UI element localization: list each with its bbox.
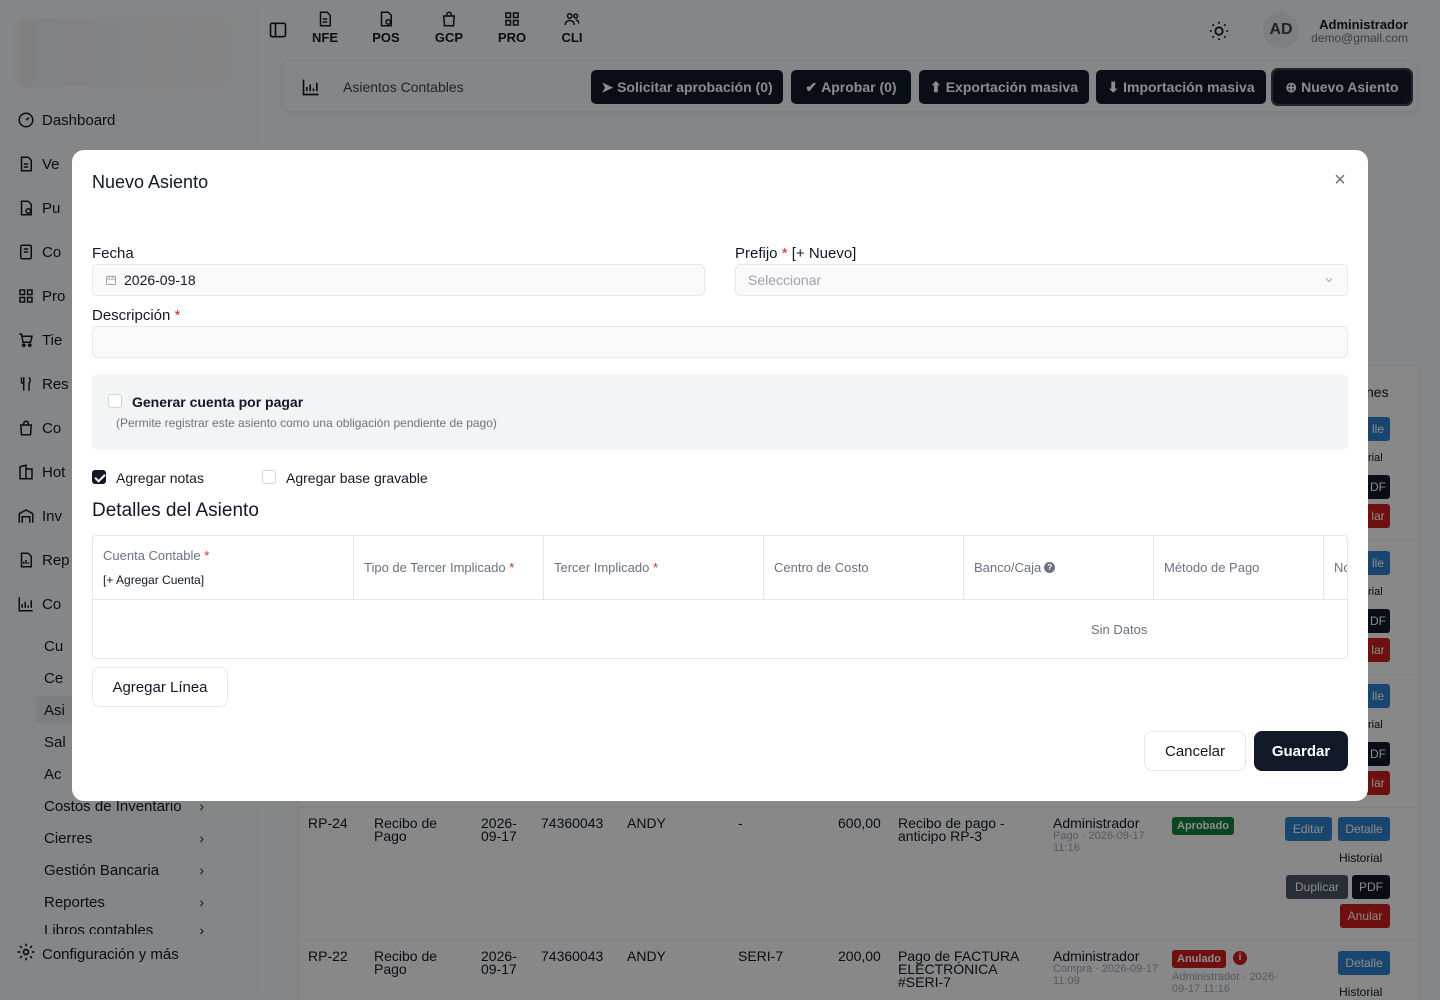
prefix-select[interactable]: Seleccionar xyxy=(735,264,1348,296)
column-header-text: No xyxy=(1334,560,1347,575)
column-third-type: Tipo de Tercer Implicado * xyxy=(354,536,544,599)
required-mark: * xyxy=(204,548,210,563)
description-label-text: Descripción xyxy=(92,307,171,324)
new-entry-modal: Nuevo Asiento × Fecha 2026-09-18 Prefijo… xyxy=(72,150,1368,801)
column-bank: Banco/Caja ? xyxy=(964,536,1154,599)
prefix-label: Prefijo * [+ Nuevo] xyxy=(735,245,856,262)
column-header-text: Centro de Costo xyxy=(774,560,869,575)
new-prefix-link[interactable]: [+ Nuevo] xyxy=(792,245,857,262)
add-tax-base-checkbox[interactable] xyxy=(262,470,276,484)
add-tax-base-label: Agregar base gravable xyxy=(286,470,428,486)
payable-hint: (Permite registrar este asiento como una… xyxy=(116,416,497,430)
required-mark: * xyxy=(781,245,788,262)
required-mark: * xyxy=(653,560,659,575)
column-payment-method: Método de Pago xyxy=(1154,536,1324,599)
column-header-text: Método de Pago xyxy=(1164,560,1260,575)
column-header-text: Tercer Implicado xyxy=(554,560,650,575)
modal-title: Nuevo Asiento xyxy=(92,172,209,192)
save-button[interactable]: Guardar xyxy=(1254,731,1348,771)
column-header: Cuenta Contable * xyxy=(103,548,209,563)
date-input[interactable]: 2026-09-18 xyxy=(92,264,705,296)
add-notes-checkbox[interactable] xyxy=(92,470,106,484)
description-label: Descripción * xyxy=(92,307,180,324)
column-header-text: Tipo de Tercer Implicado xyxy=(364,560,506,575)
payable-label: Generar cuenta por pagar xyxy=(132,394,304,410)
date-value: 2026-09-18 xyxy=(124,272,196,288)
date-label: Fecha xyxy=(92,245,134,262)
help-icon[interactable]: ? xyxy=(1044,562,1056,573)
required-mark: * xyxy=(509,560,515,575)
close-icon[interactable]: × xyxy=(1332,170,1348,190)
prefix-label-text: Prefijo xyxy=(735,245,778,262)
add-notes-label: Agregar notas xyxy=(116,470,204,486)
column-account: Cuenta Contable * [+ Agregar Cuenta] xyxy=(93,536,354,599)
payable-section: Generar cuenta por pagar (Permite regist… xyxy=(92,374,1348,450)
add-account-link[interactable]: [+ Agregar Cuenta] xyxy=(103,573,204,587)
prefix-placeholder: Seleccionar xyxy=(748,272,822,288)
description-input[interactable] xyxy=(92,326,1348,358)
calendar-icon xyxy=(106,275,116,285)
add-line-button[interactable]: Agregar Línea xyxy=(92,667,228,707)
header-divider xyxy=(93,599,1347,600)
column-cost-center: Centro de Costo xyxy=(764,536,964,599)
payable-checkbox[interactable] xyxy=(108,394,122,408)
column-third: Tercer Implicado * xyxy=(544,536,764,599)
details-title: Detalles del Asiento xyxy=(92,500,259,521)
empty-state: Sin Datos xyxy=(1091,622,1148,637)
chevron-down-icon xyxy=(1325,278,1333,283)
required-mark: * xyxy=(174,307,181,324)
entry-details-table: Cuenta Contable * [+ Agregar Cuenta] Tip… xyxy=(92,535,1348,659)
column-header-text: Cuenta Contable xyxy=(103,548,201,563)
cancel-button[interactable]: Cancelar xyxy=(1144,731,1246,771)
column-header-text: Banco/Caja xyxy=(974,560,1042,575)
column-next: No xyxy=(1324,536,1347,599)
